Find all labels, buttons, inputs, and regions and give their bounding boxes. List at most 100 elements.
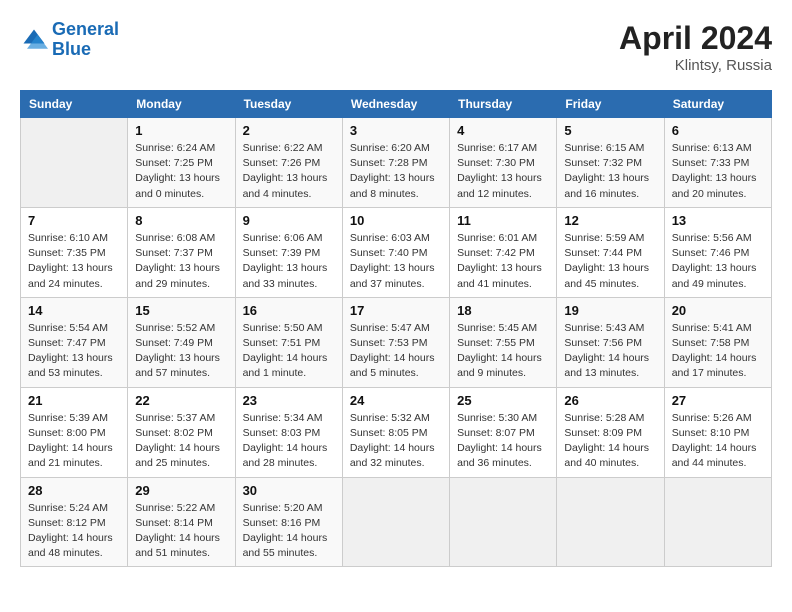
calendar-cell: 27 Sunrise: 5:26 AMSunset: 8:10 PMDayligh… <box>664 387 771 477</box>
calendar-cell: 23 Sunrise: 5:34 AMSunset: 8:03 PMDayligh… <box>235 387 342 477</box>
day-number: 22 <box>135 393 227 408</box>
day-info: Sunrise: 6:01 AMSunset: 7:42 PMDaylight:… <box>457 231 549 292</box>
day-info: Sunrise: 6:13 AMSunset: 7:33 PMDaylight:… <box>672 141 764 202</box>
calendar-cell <box>664 477 771 567</box>
day-info: Sunrise: 5:34 AMSunset: 8:03 PMDaylight:… <box>243 411 335 472</box>
day-info: Sunrise: 6:03 AMSunset: 7:40 PMDaylight:… <box>350 231 442 292</box>
header-cell: Thursday <box>450 91 557 118</box>
day-info: Sunrise: 5:47 AMSunset: 7:53 PMDaylight:… <box>350 321 442 382</box>
logo-icon <box>20 26 48 54</box>
day-number: 7 <box>28 213 120 228</box>
day-info: Sunrise: 6:24 AMSunset: 7:25 PMDaylight:… <box>135 141 227 202</box>
calendar-cell: 30 Sunrise: 5:20 AMSunset: 8:16 PMDayligh… <box>235 477 342 567</box>
day-info: Sunrise: 6:08 AMSunset: 7:37 PMDaylight:… <box>135 231 227 292</box>
day-info: Sunrise: 6:22 AMSunset: 7:26 PMDaylight:… <box>243 141 335 202</box>
calendar-cell: 8 Sunrise: 6:08 AMSunset: 7:37 PMDaylight… <box>128 207 235 297</box>
day-info: Sunrise: 6:20 AMSunset: 7:28 PMDaylight:… <box>350 141 442 202</box>
day-number: 13 <box>672 213 764 228</box>
day-info: Sunrise: 5:59 AMSunset: 7:44 PMDaylight:… <box>564 231 656 292</box>
calendar-table: SundayMondayTuesdayWednesdayThursdayFrid… <box>20 90 772 567</box>
day-info: Sunrise: 5:50 AMSunset: 7:51 PMDaylight:… <box>243 321 335 382</box>
day-info: Sunrise: 5:22 AMSunset: 8:14 PMDaylight:… <box>135 501 227 562</box>
day-number: 18 <box>457 303 549 318</box>
calendar-week-row: 21Sunrise: 5:39 AMSunset: 8:00 PMDayligh… <box>21 387 772 477</box>
day-info: Sunrise: 5:43 AMSunset: 7:56 PMDaylight:… <box>564 321 656 382</box>
calendar-week-row: 14 Sunrise: 5:54 AMSunset: 7:47 PMDayligh… <box>21 297 772 387</box>
day-info: Sunrise: 5:41 AMSunset: 7:58 PMDaylight:… <box>672 321 764 382</box>
logo-line2: Blue <box>52 39 91 59</box>
header-cell: Friday <box>557 91 664 118</box>
day-number: 17 <box>350 303 442 318</box>
day-info: Sunrise: 5:45 AMSunset: 7:55 PMDaylight:… <box>457 321 549 382</box>
calendar-cell <box>450 477 557 567</box>
day-info: Sunrise: 5:28 AMSunset: 8:09 PMDaylight:… <box>564 411 656 472</box>
day-number: 3 <box>350 123 442 138</box>
calendar-cell: 3 Sunrise: 6:20 AMSunset: 7:28 PMDaylight… <box>342 118 449 208</box>
day-info: Sunrise: 5:56 AMSunset: 7:46 PMDaylight:… <box>672 231 764 292</box>
day-number: 28 <box>28 483 120 498</box>
day-info: Sunrise: 5:37 AMSunset: 8:02 PMDaylight:… <box>135 411 227 472</box>
logo-text: General Blue <box>52 20 119 60</box>
day-number: 12 <box>564 213 656 228</box>
calendar-cell: 1 Sunrise: 6:24 AMSunset: 7:25 PMDaylight… <box>128 118 235 208</box>
page-header: General Blue April 2024 Klintsy, Russia <box>20 20 772 74</box>
day-info: Sunrise: 5:32 AMSunset: 8:05 PMDaylight:… <box>350 411 442 472</box>
day-number: 8 <box>135 213 227 228</box>
location-subtitle: Klintsy, Russia <box>619 57 772 74</box>
header-cell: Tuesday <box>235 91 342 118</box>
day-number: 10 <box>350 213 442 228</box>
day-number: 2 <box>243 123 335 138</box>
calendar-cell: 4 Sunrise: 6:17 AMSunset: 7:30 PMDaylight… <box>450 118 557 208</box>
day-number: 30 <box>243 483 335 498</box>
day-info: Sunrise: 5:26 AMSunset: 8:10 PMDaylight:… <box>672 411 764 472</box>
day-info: Sunrise: 5:20 AMSunset: 8:16 PMDaylight:… <box>243 501 335 562</box>
header-cell: Monday <box>128 91 235 118</box>
header-cell: Wednesday <box>342 91 449 118</box>
calendar-week-row: 28 Sunrise: 5:24 AMSunset: 8:12 PMDayligh… <box>21 477 772 567</box>
calendar-cell: 28 Sunrise: 5:24 AMSunset: 8:12 PMDayligh… <box>21 477 128 567</box>
day-info: Sunrise: 6:06 AMSunset: 7:39 PMDaylight:… <box>243 231 335 292</box>
day-info: Sunrise: 6:15 AMSunset: 7:32 PMDaylight:… <box>564 141 656 202</box>
day-number: 4 <box>457 123 549 138</box>
logo: General Blue <box>20 20 119 60</box>
day-number: 14 <box>28 303 120 318</box>
calendar-cell: 5Sunrise: 6:15 AMSunset: 7:32 PMDaylight… <box>557 118 664 208</box>
day-number: 23 <box>243 393 335 408</box>
calendar-cell <box>342 477 449 567</box>
day-number: 25 <box>457 393 549 408</box>
calendar-cell: 19 Sunrise: 5:43 AMSunset: 7:56 PMDayligh… <box>557 297 664 387</box>
day-number: 1 <box>135 123 227 138</box>
title-block: April 2024 Klintsy, Russia <box>619 20 772 74</box>
day-info: Sunrise: 5:24 AMSunset: 8:12 PMDaylight:… <box>28 501 120 562</box>
calendar-cell: 12 Sunrise: 5:59 AMSunset: 7:44 PMDayligh… <box>557 207 664 297</box>
day-info: Sunrise: 5:39 AMSunset: 8:00 PMDaylight:… <box>28 411 120 472</box>
day-number: 15 <box>135 303 227 318</box>
day-number: 9 <box>243 213 335 228</box>
header-row: SundayMondayTuesdayWednesdayThursdayFrid… <box>21 91 772 118</box>
day-info: Sunrise: 5:54 AMSunset: 7:47 PMDaylight:… <box>28 321 120 382</box>
logo-line1: General <box>52 19 119 39</box>
calendar-cell <box>21 118 128 208</box>
header-cell: Saturday <box>664 91 771 118</box>
day-number: 29 <box>135 483 227 498</box>
calendar-cell: 14 Sunrise: 5:54 AMSunset: 7:47 PMDayligh… <box>21 297 128 387</box>
calendar-cell: 9 Sunrise: 6:06 AMSunset: 7:39 PMDaylight… <box>235 207 342 297</box>
day-number: 19 <box>564 303 656 318</box>
day-number: 27 <box>672 393 764 408</box>
calendar-cell: 11Sunrise: 6:01 AMSunset: 7:42 PMDayligh… <box>450 207 557 297</box>
calendar-cell: 25 Sunrise: 5:30 AMSunset: 8:07 PMDayligh… <box>450 387 557 477</box>
month-title: April 2024 <box>619 20 772 57</box>
calendar-cell: 7Sunrise: 6:10 AMSunset: 7:35 PMDaylight… <box>21 207 128 297</box>
day-number: 20 <box>672 303 764 318</box>
calendar-cell <box>557 477 664 567</box>
day-info: Sunrise: 6:17 AMSunset: 7:30 PMDaylight:… <box>457 141 549 202</box>
calendar-cell: 21Sunrise: 5:39 AMSunset: 8:00 PMDayligh… <box>21 387 128 477</box>
day-number: 6 <box>672 123 764 138</box>
calendar-cell: 24Sunrise: 5:32 AMSunset: 8:05 PMDayligh… <box>342 387 449 477</box>
calendar-cell: 22 Sunrise: 5:37 AMSunset: 8:02 PMDayligh… <box>128 387 235 477</box>
calendar-cell: 10 Sunrise: 6:03 AMSunset: 7:40 PMDayligh… <box>342 207 449 297</box>
calendar-week-row: 7Sunrise: 6:10 AMSunset: 7:35 PMDaylight… <box>21 207 772 297</box>
calendar-cell: 15Sunrise: 5:52 AMSunset: 7:49 PMDayligh… <box>128 297 235 387</box>
day-number: 26 <box>564 393 656 408</box>
day-info: Sunrise: 5:30 AMSunset: 8:07 PMDaylight:… <box>457 411 549 472</box>
